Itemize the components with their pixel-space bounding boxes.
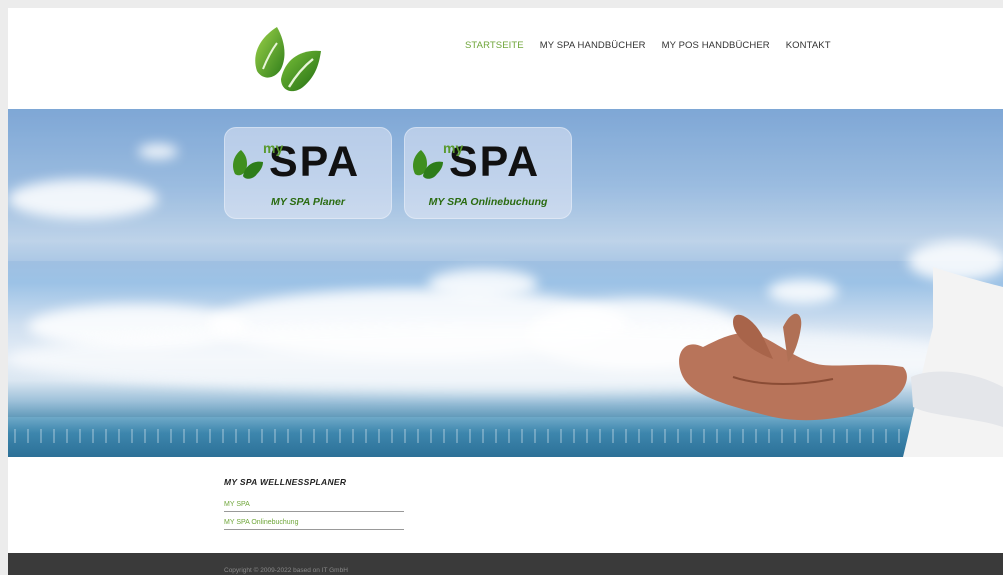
copyright-text: Copyright © 2009-2022 based on IT GmbH bbox=[224, 567, 348, 574]
leaf-brand-icon bbox=[413, 150, 443, 179]
site-header: STARTSEITE MY SPA HANDBÜCHER MY POS HAND… bbox=[8, 8, 1003, 109]
brand-small-text: my bbox=[443, 140, 464, 156]
my-spa-onlinebuchung-card[interactable]: my SPA MY SPA Onlinebuchung bbox=[404, 127, 572, 219]
brand-small-text: my bbox=[263, 140, 284, 156]
myspa-brand-logo: my SPA bbox=[229, 140, 360, 184]
section-title: MY SPA WELLNESSPLANER bbox=[224, 477, 347, 487]
link-my-spa-onlinebuchung[interactable]: MY SPA Onlinebuchung bbox=[224, 517, 404, 530]
link-list: MY SPA MY SPA Onlinebuchung bbox=[224, 499, 404, 535]
hero-banner: my SPA MY SPA Planer my SPA MY SPA Onlin… bbox=[8, 109, 1003, 457]
main-navigation: STARTSEITE MY SPA HANDBÜCHER MY POS HAND… bbox=[465, 40, 847, 51]
cloud-decoration bbox=[8, 179, 158, 219]
nav-item-startseite[interactable]: STARTSEITE bbox=[465, 40, 524, 51]
content-section: MY SPA WELLNESSPLANER MY SPA MY SPA Onli… bbox=[8, 457, 1003, 553]
leaf-logo-icon[interactable] bbox=[245, 23, 325, 99]
card-caption: MY SPA Onlinebuchung bbox=[428, 196, 548, 208]
link-my-spa[interactable]: MY SPA bbox=[224, 499, 404, 512]
nav-item-my-pos-handbuecher[interactable]: MY POS HANDBÜCHER bbox=[662, 40, 770, 51]
card-caption: MY SPA Planer bbox=[271, 196, 345, 208]
myspa-brand-logo: my SPA bbox=[409, 140, 540, 184]
site-footer: Copyright © 2009-2022 based on IT GmbH bbox=[8, 553, 1003, 575]
leaf-brand-icon bbox=[233, 150, 263, 179]
page-frame: STARTSEITE MY SPA HANDBÜCHER MY POS HAND… bbox=[8, 8, 1003, 575]
nav-item-my-spa-handbuecher[interactable]: MY SPA HANDBÜCHER bbox=[540, 40, 646, 51]
cloud-decoration bbox=[428, 269, 538, 299]
nav-item-kontakt[interactable]: KONTAKT bbox=[786, 40, 831, 51]
my-spa-planer-card[interactable]: my SPA MY SPA Planer bbox=[224, 127, 392, 219]
cloud-decoration bbox=[138, 144, 178, 159]
meditation-hand-image bbox=[679, 267, 1003, 457]
